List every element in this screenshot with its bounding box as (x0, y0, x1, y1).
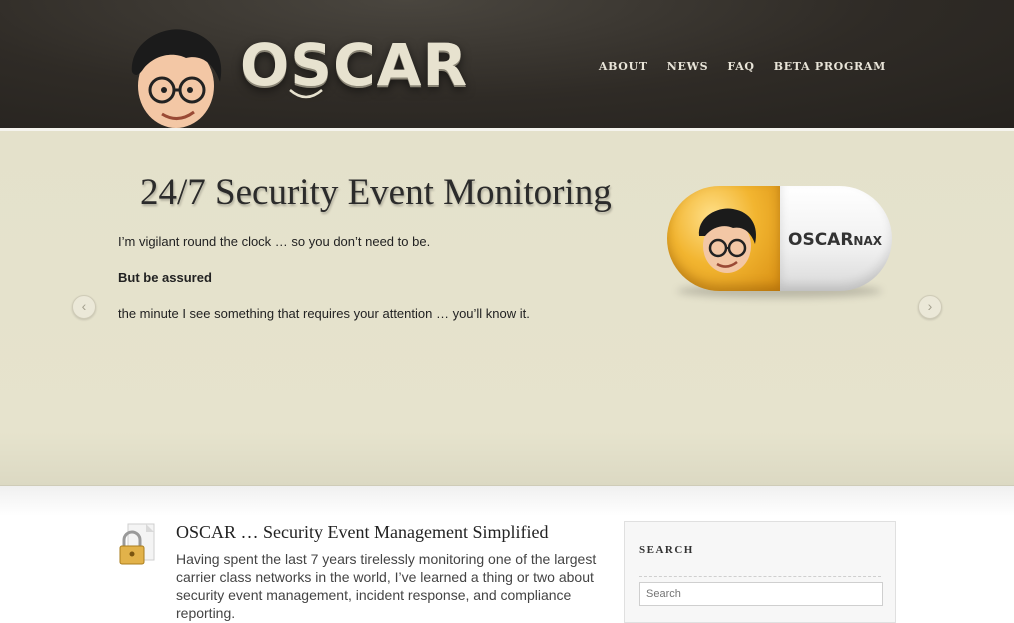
nav-faq[interactable]: FAQ (727, 60, 754, 73)
post-title[interactable]: OSCAR … Security Event Management Simpli… (176, 522, 548, 543)
hero-title: 24/7 Security Event Monitoring (140, 172, 612, 213)
hero-text-2: But be assured (118, 270, 212, 285)
pill-label: OSCARnax (788, 230, 882, 250)
pill-suffix: nax (853, 234, 883, 248)
site-logo[interactable]: OSCAR (240, 30, 468, 100)
divider (639, 576, 881, 577)
post-body: Having spent the last 7 years tirelessly… (176, 551, 597, 621)
main-content: OSCAR … Security Event Management Simpli… (0, 486, 1014, 623)
pill-brand: OSCAR (788, 230, 854, 250)
search-heading: SEARCH (639, 544, 694, 556)
search-input[interactable] (639, 582, 883, 606)
nav-beta-program[interactable]: Beta Program (774, 60, 886, 73)
document-lock-icon (119, 523, 155, 565)
hero-text-3: the minute I see something that requires… (118, 306, 530, 321)
oscarnax-pill-image: OSCARnax (667, 186, 892, 298)
nav-about[interactable]: About (599, 60, 648, 73)
slider-next-icon[interactable]: › (918, 295, 942, 319)
nav-news[interactable]: News (667, 60, 709, 73)
hero-slider: ‹ 24/7 Security Event Monitoring I’m vig… (0, 131, 1014, 486)
pill-mascot-icon (698, 208, 757, 273)
search-widget: SEARCH (624, 521, 896, 623)
site-header: OSCAR About News FAQ Beta Program (0, 0, 1014, 131)
hero-text-1: I’m vigilant round the clock … so you do… (118, 234, 431, 249)
logo-smile-icon (289, 89, 323, 99)
main-nav: About News FAQ Beta Program (599, 60, 886, 73)
oscar-mascot-icon[interactable] (122, 24, 230, 134)
slider-prev-icon[interactable]: ‹ (72, 295, 96, 319)
